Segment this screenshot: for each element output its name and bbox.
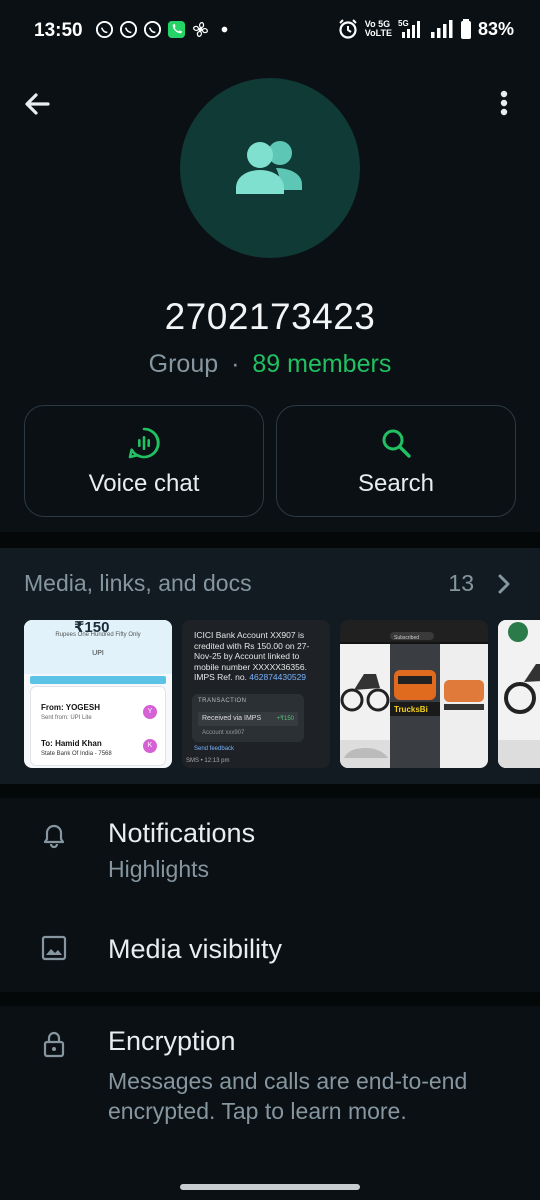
- voice-chat-button[interactable]: Voice chat: [24, 405, 264, 517]
- section-divider: [0, 784, 540, 798]
- thumb-bar: [30, 676, 166, 684]
- more-vert-icon: [500, 90, 508, 116]
- home-indicator[interactable]: [180, 1184, 360, 1190]
- image-icon: [41, 935, 67, 961]
- settings-section: Notifications Highlights Media visibilit…: [0, 798, 540, 992]
- section-divider: [0, 532, 540, 548]
- vehicles-image: TrucksBi Subscribed: [340, 620, 488, 768]
- arrow-back-icon: [25, 93, 50, 115]
- whatsapp-icon: [95, 20, 114, 39]
- media-thumb-sms[interactable]: ICICI Bank Account XX907 is credited wit…: [182, 620, 330, 768]
- alarm-icon: [339, 19, 357, 39]
- media-thumb-bike[interactable]: [498, 620, 540, 768]
- media-thumb-vehicles[interactable]: TrucksBi Subscribed: [340, 620, 488, 768]
- banner-text: TrucksBi: [394, 705, 428, 714]
- status-bar: 13:50 Vo 5G VoLTE 5G 83%: [0, 0, 540, 62]
- media-section-title[interactable]: Media, links, and docs: [24, 570, 252, 597]
- media-visibility-title: Media visibility: [108, 934, 283, 964]
- sms-footer: SMS • 12:13 pm: [186, 758, 230, 764]
- sms-text: ICICI Bank Account XX907 is credited wit…: [194, 630, 318, 683]
- transaction-amount: +₹150: [276, 716, 294, 722]
- payment-words: Rupees One Hundred Fifty Only: [55, 632, 141, 638]
- upi-label: UPI: [92, 650, 104, 657]
- encryption-row[interactable]: Encryption Messages and calls are end-to…: [0, 1006, 540, 1200]
- voice-chat-icon: [128, 427, 160, 459]
- notifications-subtitle: Highlights: [108, 856, 209, 882]
- group-header: 2702173423 Group · 89 members Voice chat…: [0, 62, 540, 532]
- voice-chat-label: Voice chat: [88, 470, 200, 497]
- payment-card: From: YOGESH Sent from: UPI Lite Y To: H…: [30, 686, 166, 766]
- network-type: Vo 5G VoLTE: [365, 20, 392, 38]
- avatar: K: [143, 739, 157, 753]
- avatar: Y: [143, 705, 157, 719]
- notifications-title: Notifications: [108, 818, 256, 848]
- network-line-2: VoLTE: [364, 28, 392, 38]
- group-avatar[interactable]: [180, 78, 360, 258]
- payment-to: To: Hamid Khan: [41, 739, 102, 748]
- signal-icon: 5G: [398, 19, 420, 38]
- back-button[interactable]: [18, 84, 58, 124]
- transaction-card: TRANSACTION Received via IMPS +₹150 Acco…: [192, 694, 304, 742]
- encryption-description: Messages and calls are end-to-end encryp…: [108, 1068, 468, 1124]
- battery-level: 83%: [477, 18, 514, 39]
- payment-bank: State Bank Of India - 7568: [41, 751, 112, 757]
- signal-icon: [430, 20, 453, 38]
- whatsapp-icon: [119, 20, 138, 39]
- separator: ·: [231, 350, 240, 378]
- phone-call-icon: [167, 20, 186, 39]
- subscribed-label: Subscribed: [394, 635, 419, 641]
- send-feedback: Send feedback: [194, 746, 235, 752]
- bike-image: [498, 620, 540, 768]
- status-time: 13:50: [34, 20, 83, 41]
- more-options-button[interactable]: [484, 84, 524, 124]
- battery-icon: [460, 19, 471, 39]
- group-icon: [236, 141, 302, 194]
- group-label: Group: [148, 350, 219, 378]
- payment-sent-from: Sent from: UPI Lite: [41, 715, 92, 721]
- sms-ref: 462874430529: [249, 672, 307, 682]
- transaction-label: Received via IMPS: [202, 715, 262, 722]
- whatsapp-business-icon: [143, 20, 162, 39]
- svg-text:5G: 5G: [398, 19, 409, 28]
- section-divider: [0, 992, 540, 1006]
- media-links-docs-section[interactable]: Media, links, and docs 13 ₹150 Rupees On…: [0, 548, 540, 784]
- search-button[interactable]: Search: [276, 405, 516, 517]
- dot-icon: [221, 26, 228, 33]
- transaction-row: Received via IMPS +₹150: [198, 712, 298, 726]
- group-name[interactable]: 2702173423: [0, 296, 540, 338]
- search-icon: [382, 429, 411, 458]
- chevron-right-icon[interactable]: [490, 570, 518, 598]
- transaction-account: Account xxx907: [202, 730, 245, 736]
- payment-from: From: YOGESH: [41, 703, 100, 712]
- system-icons: Vo 5G VoLTE 5G 83%: [337, 18, 514, 40]
- bell-icon: [43, 824, 65, 849]
- media-count: 13: [448, 570, 474, 596]
- encryption-title: Encryption: [108, 1026, 236, 1056]
- search-label: Search: [357, 470, 435, 497]
- fan-icon: [193, 22, 208, 37]
- transaction-header: TRANSACTION: [198, 698, 247, 704]
- members-count[interactable]: 89 members: [252, 350, 391, 378]
- notification-icons: [95, 20, 234, 39]
- lock-icon: [43, 1031, 65, 1058]
- media-thumb-payment[interactable]: ₹150 Rupees One Hundred Fifty Only UPI F…: [24, 620, 172, 768]
- group-subtitle: Group · 89 members: [0, 350, 540, 379]
- media-thumbnails: ₹150 Rupees One Hundred Fifty Only UPI F…: [24, 620, 540, 768]
